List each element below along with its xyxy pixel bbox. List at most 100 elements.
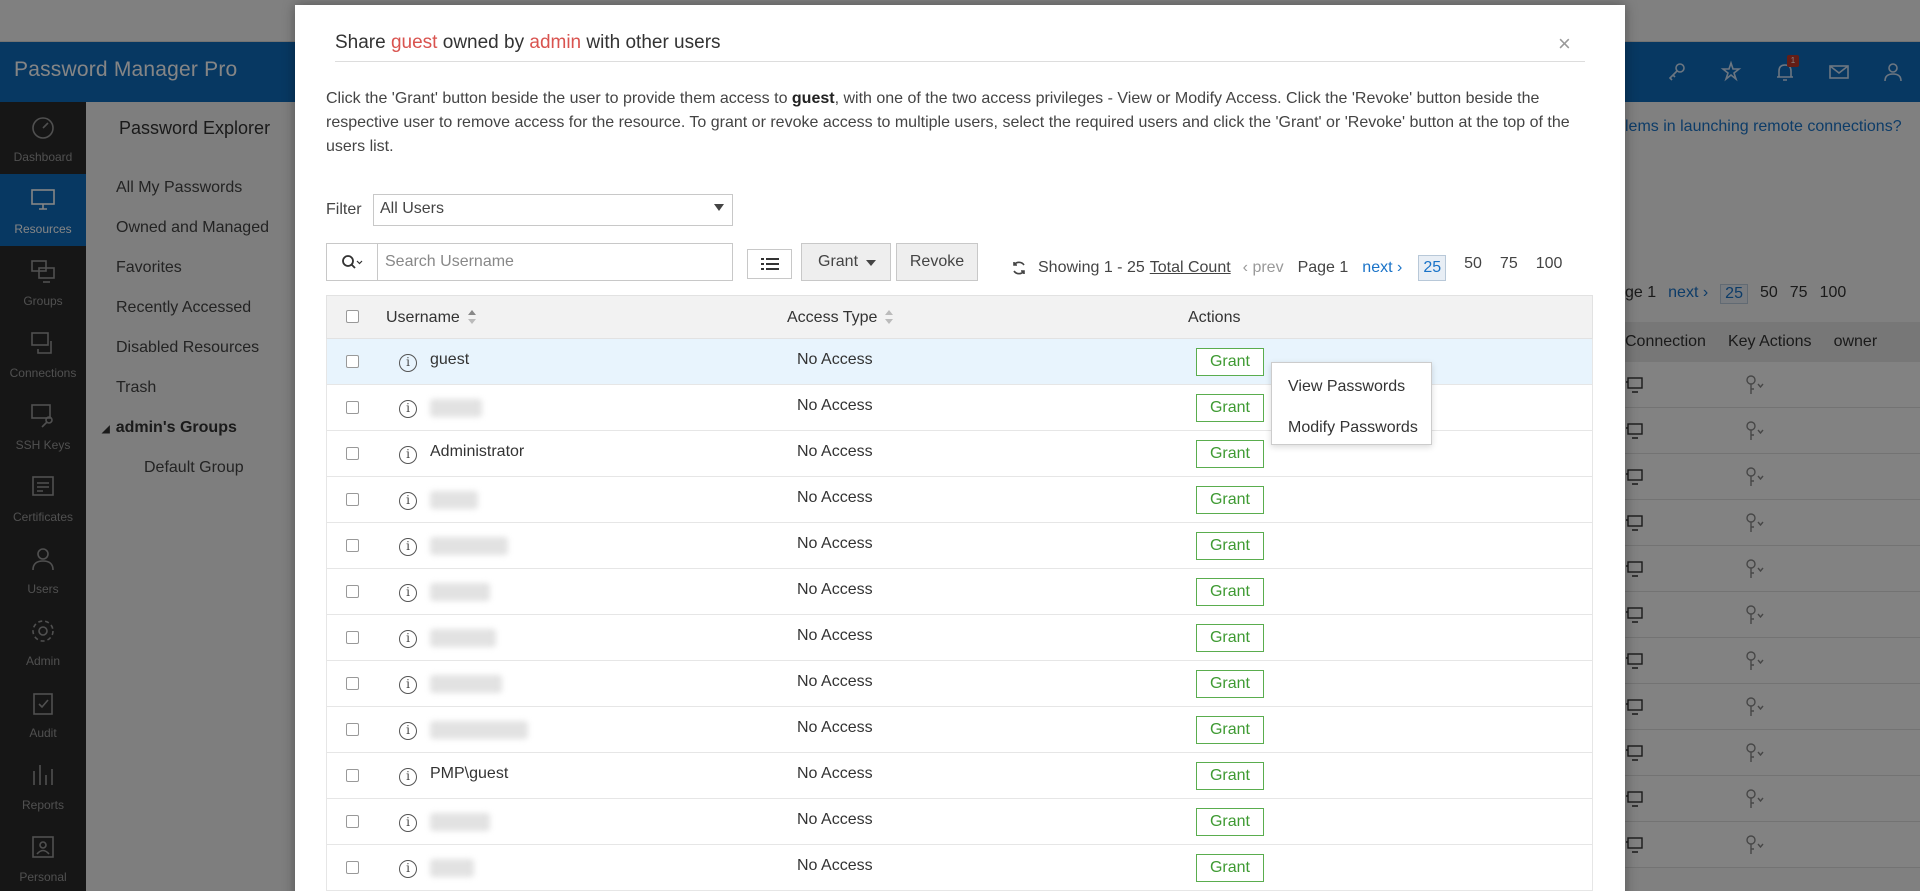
redacted-username <box>430 813 490 831</box>
page-size-option[interactable]: 75 <box>1500 255 1518 281</box>
pager: Showing 1 - 25 Total Count ‹ prev Page 1… <box>1011 255 1562 281</box>
table-row: i No Access Grant <box>326 569 1593 615</box>
row-checkbox[interactable] <box>346 769 359 782</box>
info-icon[interactable]: i <box>399 768 417 786</box>
total-count-link[interactable]: Total Count <box>1150 259 1231 277</box>
page-size-option[interactable]: 25 <box>1418 255 1447 281</box>
page-size-option[interactable]: 50 <box>1464 255 1482 281</box>
access-type-cell: No Access <box>797 581 873 598</box>
table-row: i No Access Grant <box>326 799 1593 845</box>
info-icon[interactable]: i <box>399 492 417 510</box>
access-type-column-header[interactable]: Access Type <box>787 309 894 327</box>
grant-button[interactable]: Grant <box>1196 670 1264 698</box>
info-icon[interactable]: i <box>399 584 417 602</box>
prev-page-link[interactable]: ‹ prev <box>1243 259 1284 277</box>
row-checkbox[interactable] <box>346 539 359 552</box>
grant-button[interactable]: Grant <box>1196 532 1264 560</box>
username-column-header[interactable]: Username <box>386 309 476 327</box>
row-checkbox[interactable] <box>346 861 359 874</box>
showing-range-text: Showing 1 - 25 <box>1038 259 1145 276</box>
access-type-cell: No Access <box>797 765 873 782</box>
redacted-username <box>430 675 502 693</box>
row-checkbox[interactable] <box>346 493 359 506</box>
info-icon[interactable]: i <box>399 446 417 464</box>
refresh-icon[interactable] <box>1011 260 1027 276</box>
info-icon[interactable]: i <box>399 676 417 694</box>
bulk-revoke-button[interactable]: Revoke <box>896 243 978 281</box>
grant-button[interactable]: Grant <box>1196 808 1264 836</box>
filter-select[interactable]: All Users <box>373 194 733 226</box>
grant-button[interactable]: Grant <box>1196 348 1264 376</box>
instructions-text: Click the 'Grant' button beside the user… <box>326 90 1570 155</box>
info-icon[interactable]: i <box>399 538 417 556</box>
actions-column-header: Actions <box>1188 309 1241 326</box>
grant-button[interactable]: Grant <box>1196 394 1264 422</box>
row-checkbox[interactable] <box>346 401 359 414</box>
info-icon[interactable]: i <box>399 814 417 832</box>
table-row: i No Access Grant <box>326 845 1593 891</box>
grant-button[interactable]: Grant <box>1196 762 1264 790</box>
info-icon[interactable]: i <box>399 354 417 372</box>
share-resource-dialog: Share guest owned by admin with other us… <box>295 5 1625 891</box>
title-prefix: Share <box>335 32 391 53</box>
table-row: i No Access Grant <box>326 477 1593 523</box>
access-type-cell: No Access <box>797 673 873 690</box>
info-icon[interactable]: i <box>399 630 417 648</box>
grant-privilege-menu: View Passwords Modify Passwords <box>1271 362 1432 445</box>
select-all-checkbox[interactable] <box>346 310 359 323</box>
table-row: i PMP\guest No Access Grant <box>326 753 1593 799</box>
title-mid: owned by <box>437 32 530 53</box>
access-type-cell: No Access <box>797 443 873 460</box>
caret-down-icon <box>714 204 724 211</box>
page-size-option[interactable]: 100 <box>1536 255 1563 281</box>
grant-button[interactable]: Grant <box>1196 578 1264 606</box>
access-type-cell: No Access <box>797 857 873 874</box>
page-number: Page 1 <box>1297 259 1349 276</box>
bulk-grant-dropdown-button[interactable]: Grant <box>801 243 891 281</box>
table-row: i No Access Grant <box>326 707 1593 753</box>
row-checkbox[interactable] <box>346 677 359 690</box>
row-checkbox[interactable] <box>346 815 359 828</box>
username-cell: Administrator <box>430 443 525 460</box>
grant-button[interactable]: Grant <box>1196 486 1264 514</box>
view-passwords-option[interactable]: View Passwords <box>1288 378 1405 396</box>
grant-button[interactable]: Grant <box>1196 716 1264 744</box>
list-view-button[interactable] <box>747 249 792 279</box>
title-divider <box>335 61 1585 62</box>
filter-label: Filter <box>326 201 362 218</box>
username-cell: guest <box>430 351 470 368</box>
filter-select-value: All Users <box>380 200 445 217</box>
access-type-cell: No Access <box>797 351 873 368</box>
info-icon[interactable]: i <box>399 860 417 878</box>
row-checkbox[interactable] <box>346 585 359 598</box>
modify-passwords-option[interactable]: Modify Passwords <box>1288 419 1418 437</box>
list-icon <box>760 258 779 270</box>
access-type-cell: No Access <box>797 397 873 414</box>
redacted-username <box>430 399 482 417</box>
grant-button[interactable]: Grant <box>1196 854 1264 882</box>
redacted-username <box>430 583 490 601</box>
table-row: i No Access Grant <box>326 523 1593 569</box>
title-suffix: with other users <box>581 32 721 53</box>
search-icon[interactable] <box>327 244 378 280</box>
grant-button[interactable]: Grant <box>1196 440 1264 468</box>
next-page-link[interactable]: next › <box>1362 259 1402 277</box>
grant-button[interactable]: Grant <box>1196 624 1264 652</box>
sort-icon <box>885 310 894 324</box>
table-header: Username Access Type Actions <box>326 295 1593 339</box>
table-row: i No Access Grant <box>326 661 1593 707</box>
redacted-username <box>430 537 508 555</box>
row-checkbox[interactable] <box>346 631 359 644</box>
caret-down-icon <box>866 260 876 266</box>
info-icon[interactable]: i <box>399 400 417 418</box>
info-icon[interactable]: i <box>399 722 417 740</box>
row-checkbox[interactable] <box>346 723 359 736</box>
redacted-username <box>430 491 478 509</box>
search-box <box>326 243 733 281</box>
close-icon[interactable]: × <box>1558 31 1571 57</box>
search-username-input[interactable] <box>385 244 725 280</box>
access-type-cell: No Access <box>797 535 873 552</box>
redacted-username <box>430 721 528 739</box>
row-checkbox[interactable] <box>346 447 359 460</box>
row-checkbox[interactable] <box>346 355 359 368</box>
